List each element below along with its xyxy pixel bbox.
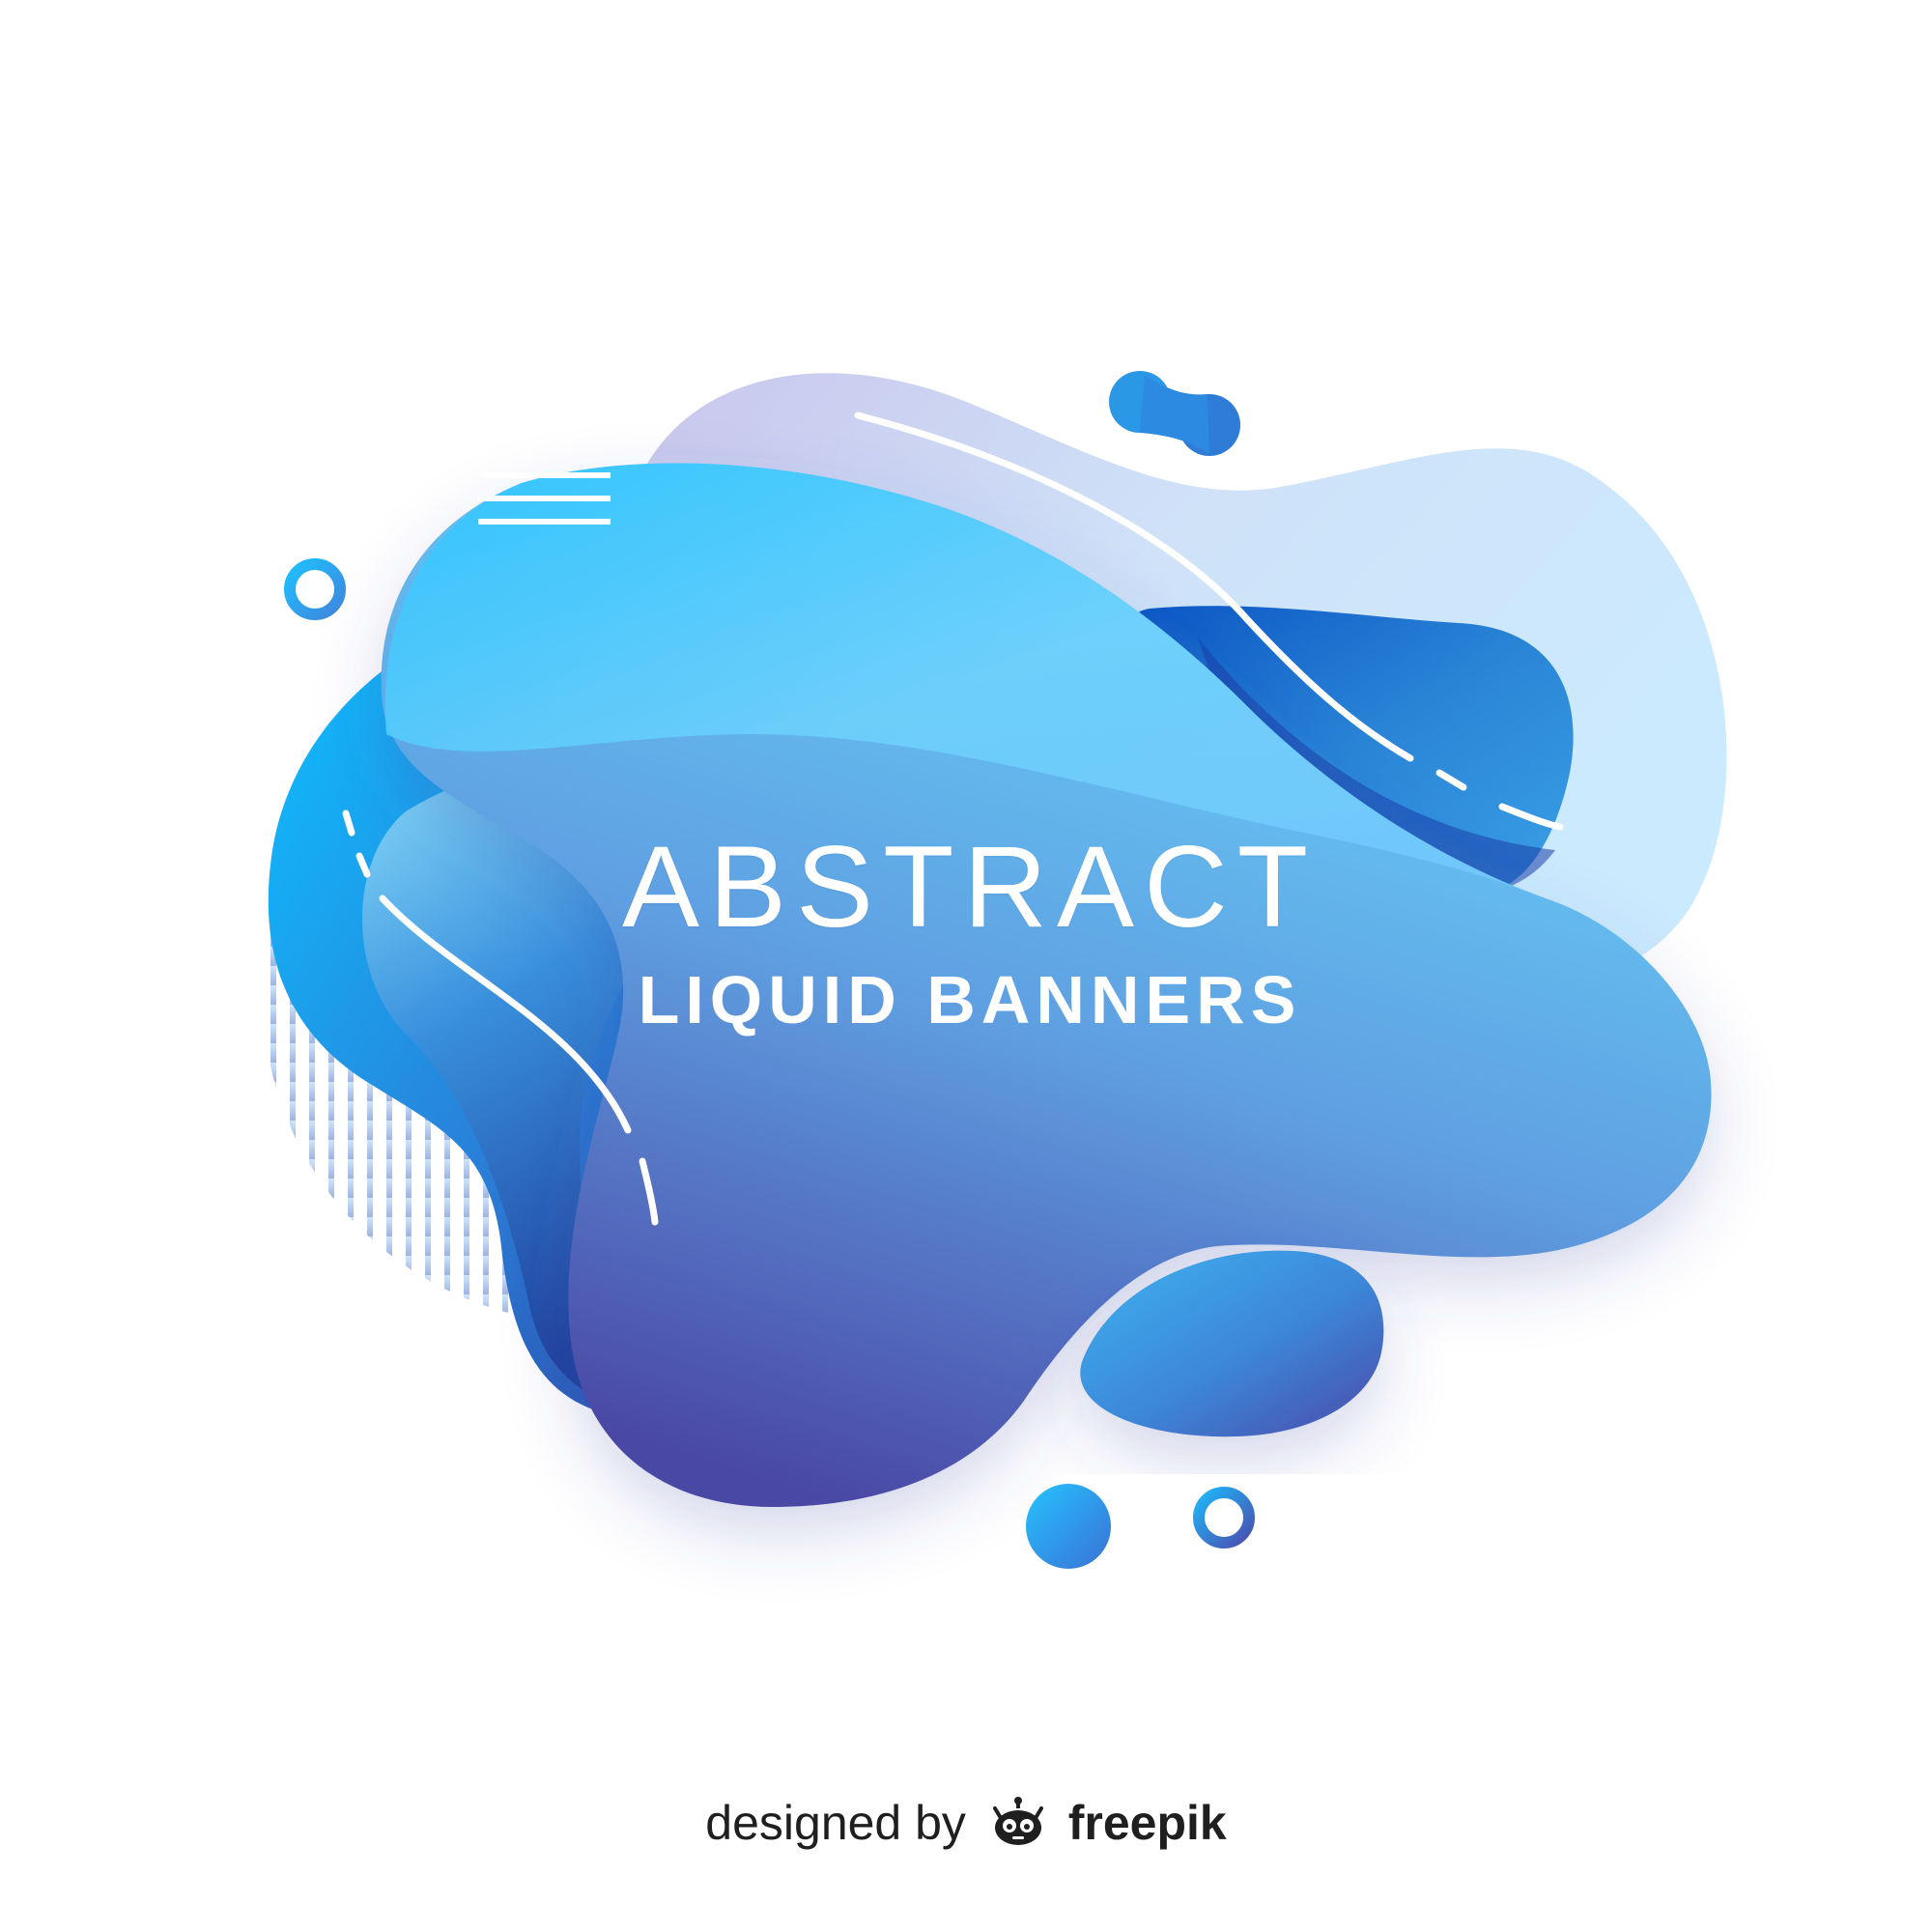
ring-bottom-right bbox=[1193, 1487, 1255, 1548]
robot-head-icon bbox=[992, 1797, 1043, 1845]
credit-brand[interactable]: freepik bbox=[1068, 1796, 1227, 1850]
banner-title: ABSTRACT bbox=[621, 822, 1319, 952]
credit-lead-text: designed by bbox=[705, 1796, 966, 1850]
banner-subtitle: LIQUID BANNERS bbox=[638, 962, 1302, 1037]
ring-top-left bbox=[284, 558, 346, 620]
dot-bottom bbox=[1026, 1484, 1111, 1569]
credit-line: designed by freepik bbox=[0, 1797, 1932, 1847]
capsule-shape bbox=[1109, 371, 1240, 456]
